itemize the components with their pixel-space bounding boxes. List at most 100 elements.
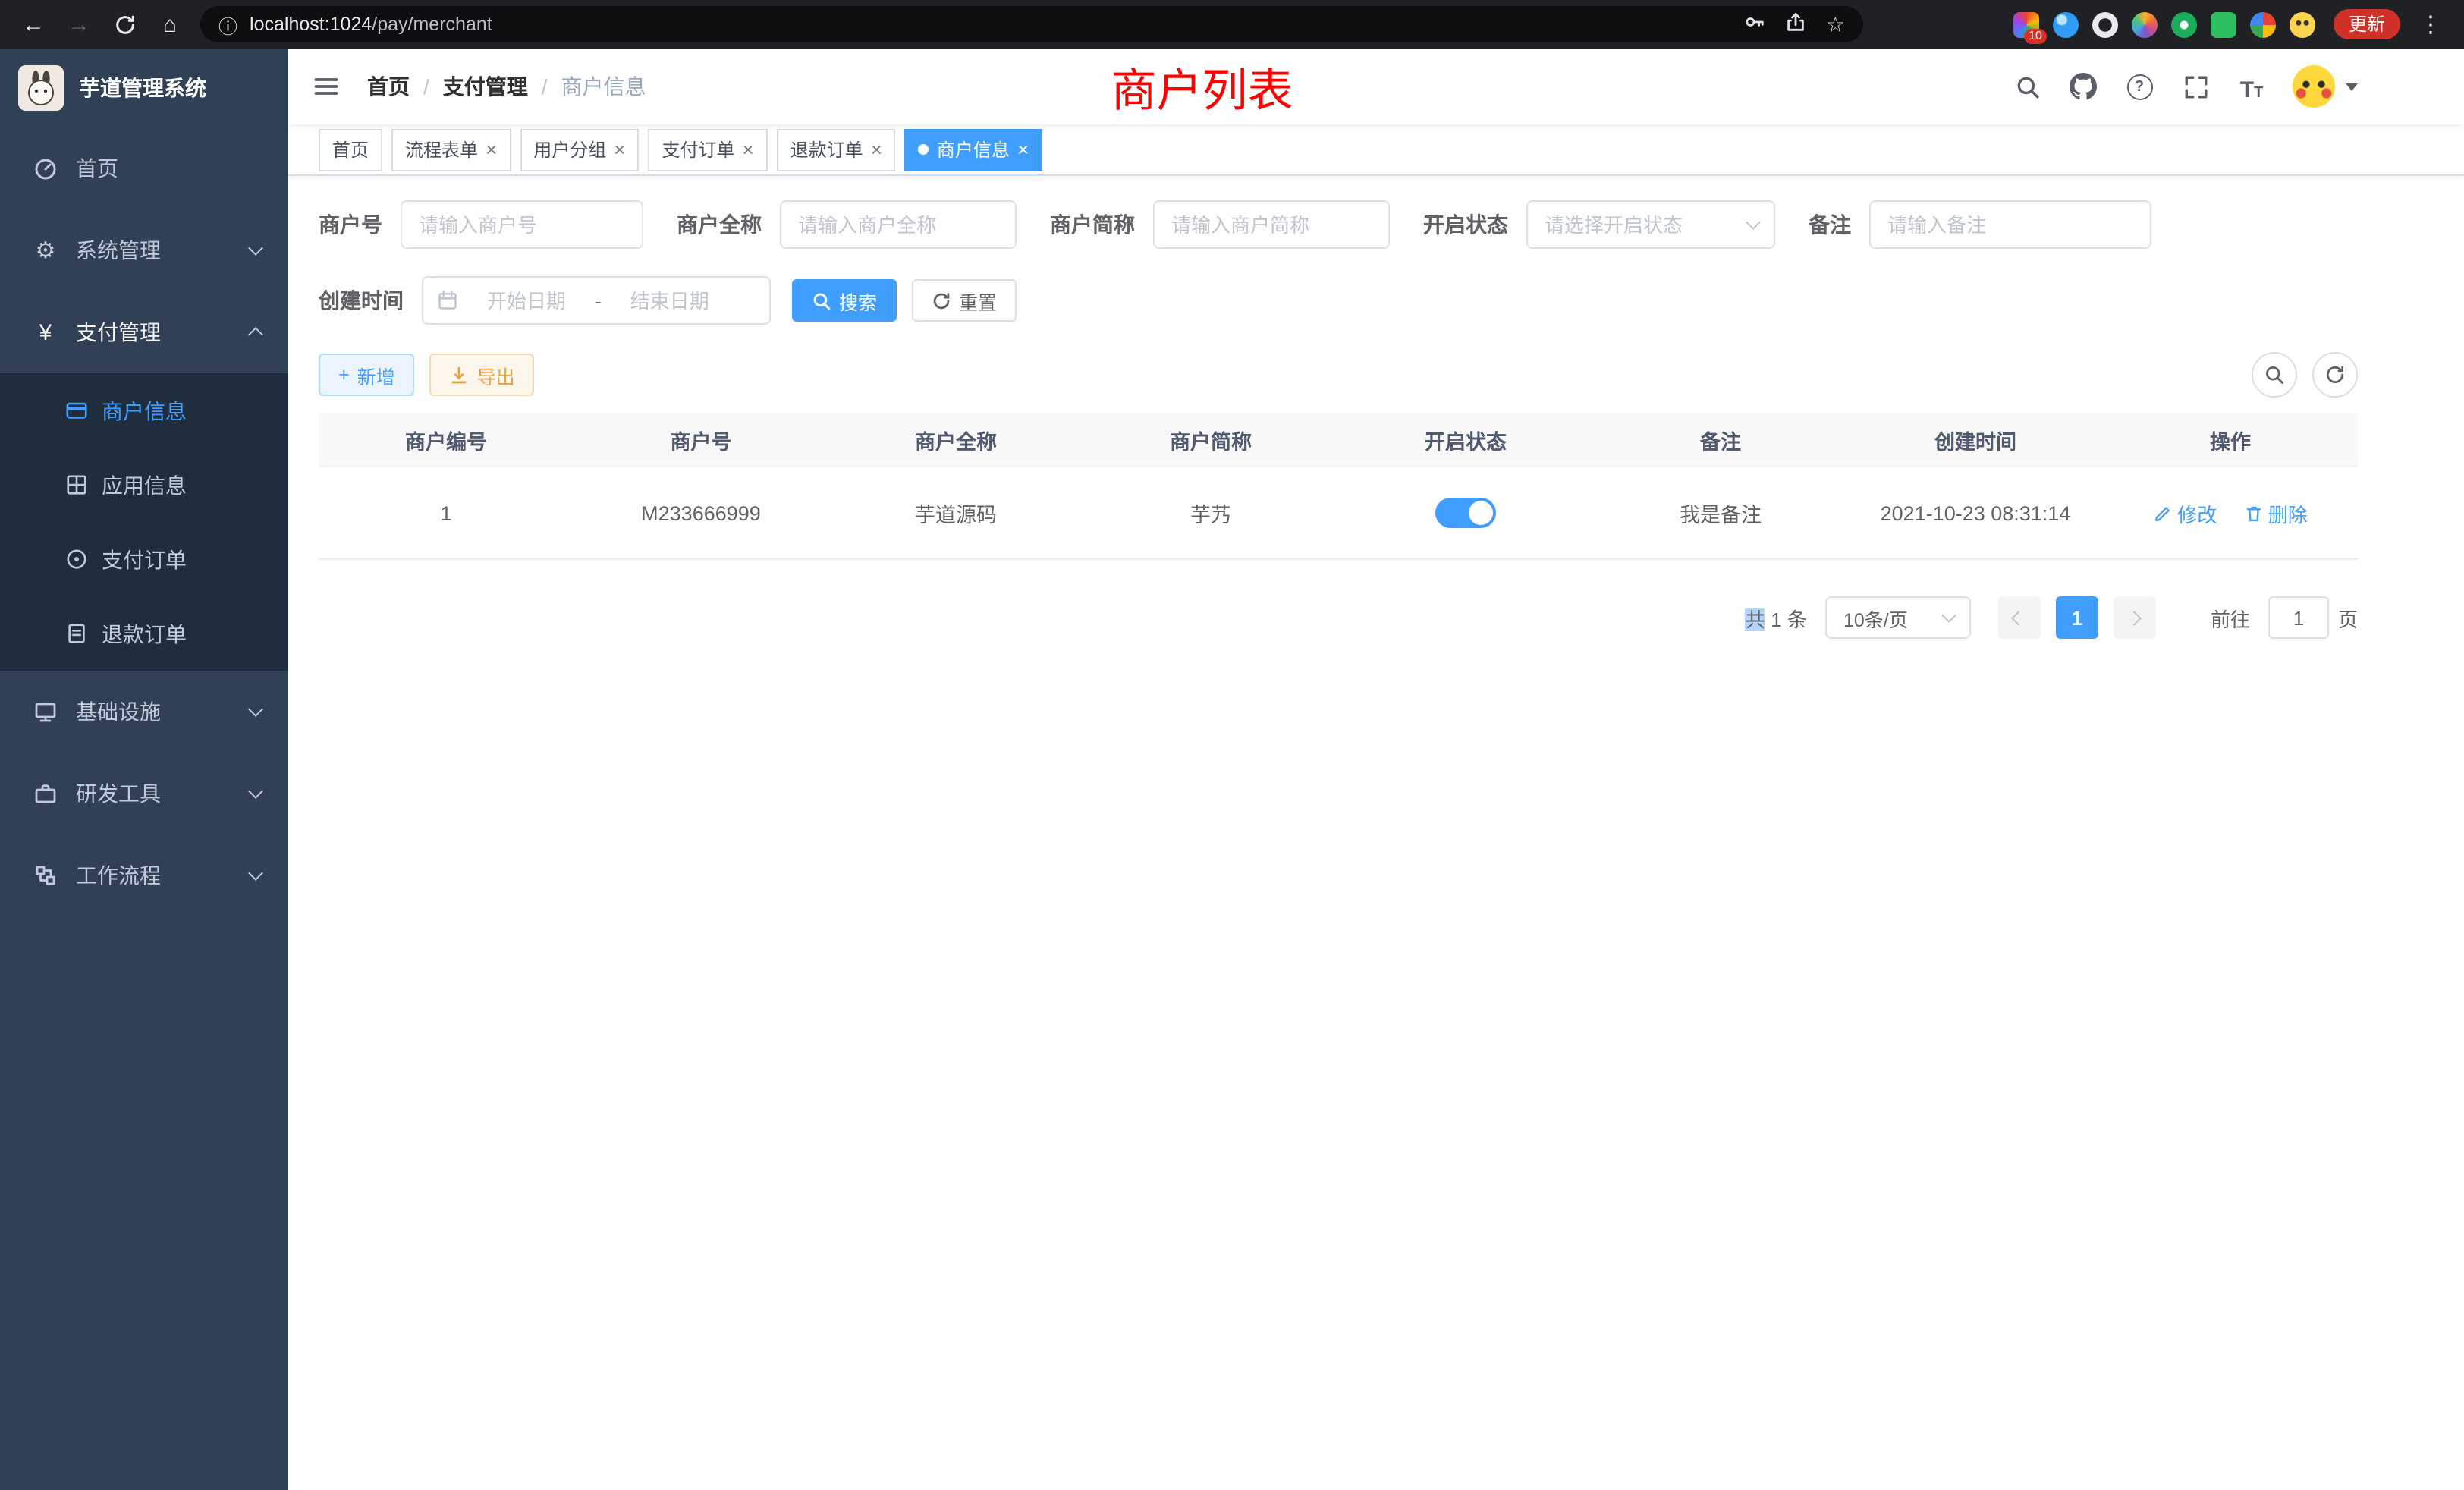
merchant-short-input[interactable] (1153, 200, 1390, 249)
profile-avatar-icon[interactable] (2290, 11, 2315, 37)
toggle-search-button[interactable] (2252, 352, 2297, 398)
breadcrumb-home[interactable]: 首页 (367, 71, 410, 102)
sidebar-item-label: 系统管理 (76, 235, 232, 266)
extension-icon-3[interactable] (2092, 11, 2118, 37)
browser-reload-icon[interactable] (103, 5, 146, 44)
sidebar-item-infra[interactable]: 基础设施 (0, 671, 288, 753)
password-key-icon[interactable] (1744, 11, 1767, 38)
sidebar-item-pay[interactable]: ¥ 支付管理 (0, 291, 288, 373)
address-bar[interactable]: ⓘ localhost:1024/pay/merchant ☆ (200, 6, 1863, 42)
tab-pay-order[interactable]: 支付订单 × (648, 128, 767, 171)
sidebar-item-app-info[interactable]: 应用信息 (0, 448, 288, 522)
col-merchant-name: 商户全称 (828, 413, 1083, 467)
merchant-no-input[interactable] (401, 200, 643, 249)
search-button[interactable]: 搜索 (792, 279, 897, 322)
edit-link[interactable]: 修改 (2153, 498, 2217, 527)
yen-icon: ¥ (33, 320, 58, 344)
share-icon[interactable] (1785, 11, 1808, 38)
chevron-right-icon (2127, 610, 2142, 625)
chevron-down-icon (248, 702, 263, 717)
chevron-down-icon (248, 866, 263, 881)
extension-icon-1[interactable]: 10 (2013, 11, 2039, 37)
url-path: /pay/merchant (372, 14, 492, 35)
remark-input[interactable] (1869, 200, 2151, 249)
sidebar-item-pay-order[interactable]: 支付订单 (0, 522, 288, 596)
extension-icon-6[interactable] (2211, 11, 2236, 37)
sidebar-logo[interactable]: 芋道管理系统 (0, 49, 288, 127)
font-size-icon[interactable]: TT (2236, 71, 2267, 102)
tab-user-group[interactable]: 用户分组 × (520, 128, 639, 171)
avatar (2293, 65, 2335, 108)
filter-merchant-name: 商户全称 (677, 200, 1017, 249)
goto-page-input[interactable] (2268, 596, 2329, 639)
tab-refund-order[interactable]: 退款订单 × (777, 128, 896, 171)
date-range-picker[interactable]: - (422, 276, 771, 325)
breadcrumb: 首页 / 支付管理 / 商户信息 (367, 71, 646, 102)
sidebar-item-workflow[interactable]: 工作流程 (0, 835, 288, 916)
browser-back-icon[interactable]: ← (12, 5, 55, 44)
reset-button-label: 重置 (959, 286, 997, 315)
status-select-input[interactable] (1526, 200, 1775, 249)
extension-icon-2[interactable] (2053, 11, 2079, 37)
date-separator: - (595, 289, 602, 312)
browser-home-icon[interactable]: ⌂ (149, 5, 191, 44)
help-icon[interactable]: ? (2124, 71, 2154, 102)
breadcrumb-pay[interactable]: 支付管理 (443, 71, 528, 102)
bookmark-star-icon[interactable]: ☆ (1826, 11, 1845, 37)
export-button[interactable]: 导出 (430, 354, 535, 396)
col-remark: 备注 (1593, 413, 1848, 467)
chevron-down-icon (248, 784, 263, 799)
tab-home[interactable]: 首页 (319, 128, 382, 171)
add-button[interactable]: + 新增 (319, 354, 415, 396)
user-avatar-menu[interactable] (2293, 65, 2358, 108)
close-icon[interactable]: × (614, 140, 625, 159)
github-icon[interactable] (2068, 71, 2098, 102)
sidebar-toggle-icon[interactable] (313, 71, 343, 102)
status-toggle[interactable] (1435, 498, 1496, 528)
screen: ← → ⌂ ⓘ localhost:1024/pay/merchant ☆ 10 (0, 0, 2464, 1490)
toolbar-row: + 新增 导出 (319, 352, 2358, 398)
site-info-icon[interactable]: ⓘ (218, 10, 237, 39)
close-icon[interactable]: × (486, 140, 497, 159)
refresh-button[interactable] (2312, 352, 2358, 398)
page-size-select[interactable] (1825, 596, 1971, 639)
tab-merchant-info[interactable]: 商户信息 × (905, 128, 1042, 171)
close-icon[interactable]: × (743, 140, 754, 159)
delete-link[interactable]: 删除 (2244, 498, 2308, 527)
cell-create-time: 2021-10-23 08:31:14 (1848, 467, 2103, 559)
browser-forward-icon[interactable]: → (58, 5, 100, 44)
reset-button[interactable]: 重置 (912, 279, 1017, 322)
browser-update-button[interactable]: 更新 (2334, 9, 2400, 39)
date-end-input[interactable] (608, 288, 732, 313)
tab-label: 首页 (332, 137, 369, 162)
extension-icon-5[interactable] (2171, 11, 2197, 37)
page-content: 商户号 商户全称 商户简称 开启状态 (288, 176, 2464, 1490)
close-icon[interactable]: × (1017, 140, 1029, 159)
sidebar-item-system[interactable]: ⚙ 系统管理 (0, 209, 288, 291)
tab-process-form[interactable]: 流程表单 × (391, 128, 511, 171)
sidebar-item-merchant-info[interactable]: 商户信息 (0, 373, 288, 448)
sidebar-item-devtools[interactable]: 研发工具 (0, 753, 288, 835)
search-icon[interactable] (2012, 71, 2042, 102)
page-number-1[interactable]: 1 (2056, 596, 2098, 639)
browser-menu-icon[interactable]: ⋮ (2409, 5, 2452, 44)
status-select[interactable] (1526, 200, 1775, 249)
merchant-name-input[interactable] (780, 200, 1017, 249)
extension-icon-4[interactable] (2132, 11, 2158, 37)
tab-label: 退款订单 (790, 137, 863, 162)
bank-card-icon (64, 398, 88, 423)
extension-badge: 10 (2024, 28, 2047, 43)
date-start-input[interactable] (464, 288, 589, 313)
extension-icon-7[interactable] (2250, 11, 2276, 37)
col-create-time: 创建时间 (1848, 413, 2103, 467)
field-label: 商户全称 (677, 209, 762, 240)
next-page-button[interactable] (2114, 596, 2156, 639)
logo-rabbit-avatar (18, 65, 64, 111)
search-button-label: 搜索 (839, 286, 877, 315)
close-icon[interactable]: × (871, 140, 882, 159)
sidebar-submenu-pay: 商户信息 应用信息 支付订单 (0, 373, 288, 671)
fullscreen-icon[interactable] (2180, 71, 2211, 102)
sidebar-item-refund-order[interactable]: 退款订单 (0, 596, 288, 671)
prev-page-button[interactable] (1998, 596, 2041, 639)
sidebar-item-home[interactable]: 首页 (0, 127, 288, 209)
